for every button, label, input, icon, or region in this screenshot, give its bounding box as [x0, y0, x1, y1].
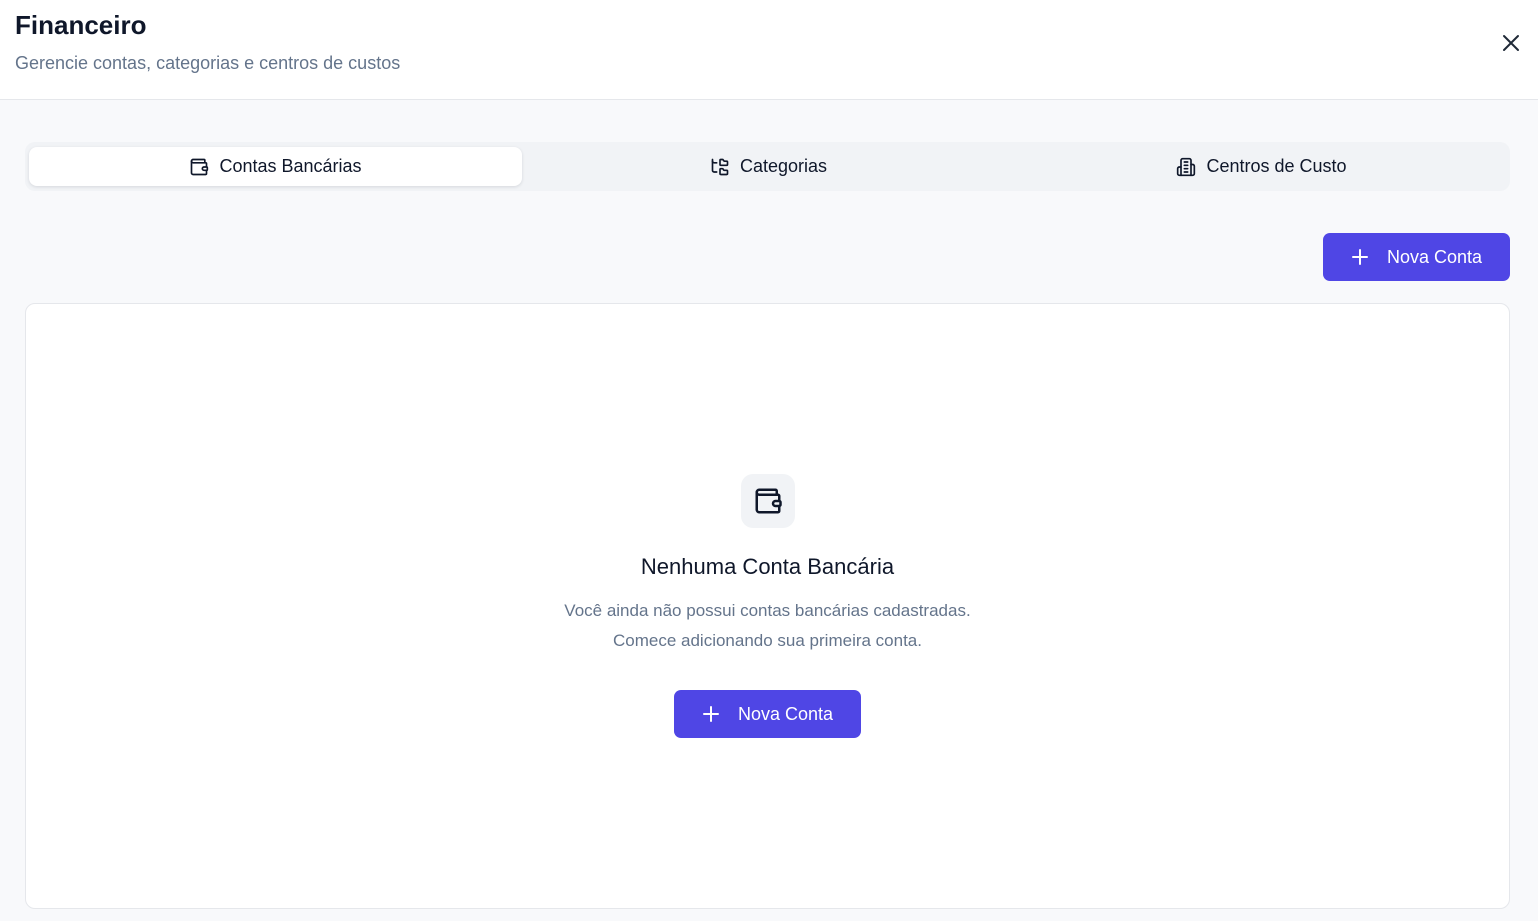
empty-state-icon-container: [741, 474, 795, 528]
empty-state-description: Você ainda não possui contas bancárias c…: [564, 601, 971, 620]
tab-contas-bancarias[interactable]: Contas Bancárias: [29, 147, 522, 186]
new-account-button[interactable]: Nova Conta: [1323, 233, 1510, 281]
close-button[interactable]: [1496, 28, 1526, 58]
close-icon: [1503, 35, 1519, 51]
accounts-panel: Nenhuma Conta Bancária Você ainda não po…: [25, 303, 1510, 909]
empty-state-new-account-button[interactable]: Nova Conta: [674, 690, 861, 738]
plus-icon: [1351, 249, 1368, 265]
empty-state-title: Nenhuma Conta Bancária: [640, 554, 895, 579]
tab-label: Categorias: [739, 156, 828, 176]
dialog-subtitle: Gerencie contas, categorias e centros de…: [15, 53, 401, 73]
tab-categorias[interactable]: Categorias: [522, 147, 1015, 186]
dialog-title: Financeiro: [15, 10, 147, 40]
wallet-icon: [755, 488, 782, 514]
tab-bar: Contas Bancárias Categorias Centros de C…: [25, 142, 1510, 191]
tab-centros-de-custo[interactable]: Centros de Custo: [1015, 147, 1508, 186]
button-label: Nova Conta: [1386, 246, 1483, 267]
dialog-header: Financeiro Gerencie contas, categorias e…: [0, 0, 1538, 100]
tab-label: Contas Bancárias: [219, 156, 362, 176]
tab-label: Centros de Custo: [1206, 156, 1347, 176]
button-label: Nova Conta: [737, 703, 834, 724]
building-icon: [1177, 157, 1196, 176]
tree-icon: [711, 158, 729, 175]
plus-icon: [702, 706, 719, 722]
wallet-icon: [191, 158, 209, 175]
empty-state-description: Comece adicionando sua primeira conta.: [612, 631, 922, 650]
